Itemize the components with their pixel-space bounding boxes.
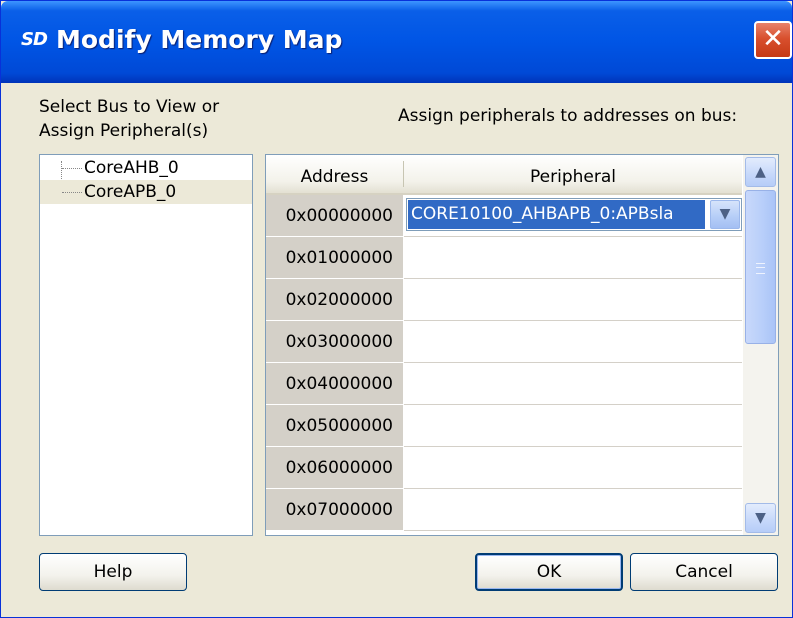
address-cell: 0x00000000 — [266, 195, 403, 237]
bus-select-label-line1: Select Bus to View or — [39, 97, 220, 117]
address-cell: 0x03000000 — [266, 321, 403, 363]
tree-item-coreapb[interactable]: CoreAPB_0 — [40, 180, 252, 204]
vertical-scrollbar[interactable]: ▲ ▼ — [743, 155, 778, 535]
table-header: Address Peripheral — [266, 155, 742, 195]
address-cell: 0x04000000 — [266, 363, 403, 405]
window-title: Modify Memory Map — [56, 25, 343, 54]
modify-memory-map-dialog: SD Modify Memory Map ✕ Select Bus to Vie… — [0, 0, 793, 618]
grip-icon — [756, 263, 765, 274]
peripheral-cell[interactable] — [404, 489, 742, 531]
tree-branch — [62, 168, 82, 169]
app-icon: SD — [21, 29, 48, 50]
tree-item-label: CoreAPB_0 — [84, 182, 177, 202]
assign-peripherals-label: Assign peripherals to addresses on bus: — [398, 106, 738, 126]
tree-item-label: CoreAHB_0 — [84, 158, 179, 178]
chevron-up-icon: ▲ — [755, 164, 766, 180]
chevron-down-icon: ▼ — [755, 510, 766, 526]
tree-item-coreahb[interactable]: CoreAHB_0 — [40, 156, 252, 180]
scroll-up-button[interactable]: ▲ — [745, 157, 776, 187]
tree-branch — [62, 192, 82, 193]
peripheral-cell[interactable] — [404, 321, 742, 363]
dropdown-toggle-button[interactable]: ▼ — [710, 200, 740, 229]
peripheral-cell[interactable] — [404, 405, 742, 447]
peripheral-cell[interactable] — [404, 279, 742, 321]
chevron-down-icon: ▼ — [719, 206, 731, 222]
close-button[interactable]: ✕ — [754, 21, 792, 59]
peripheral-cell[interactable] — [404, 237, 742, 279]
bus-tree[interactable]: CoreAHB_0 CoreAPB_0 — [39, 154, 253, 536]
scroll-down-button[interactable]: ▼ — [745, 503, 776, 533]
bus-select-label-line2: Assign Peripheral(s) — [39, 121, 209, 141]
address-cell: 0x06000000 — [266, 447, 403, 489]
address-cell: 0x07000000 — [266, 489, 403, 531]
scroll-thumb[interactable] — [745, 190, 776, 344]
peripheral-dropdown-value[interactable]: CORE10100_AHBAPB_0:APBsla — [408, 200, 705, 229]
bus-select-label: Select Bus to View or Assign Peripheral(… — [39, 95, 264, 143]
title-bar[interactable]: SD Modify Memory Map ✕ — [1, 1, 792, 83]
address-cell: 0x01000000 — [266, 237, 403, 279]
peripheral-cell[interactable] — [404, 447, 742, 489]
close-icon: ✕ — [762, 24, 784, 54]
ok-button[interactable]: OK — [475, 553, 623, 591]
peripheral-dropdown[interactable]: CORE10100_AHBAPB_0:APBsla ▼ — [406, 198, 742, 231]
address-cell: 0x05000000 — [266, 405, 403, 447]
memory-map-table: Address Peripheral 0x00000000 CORE10100_… — [265, 154, 779, 536]
column-header-address[interactable]: Address — [266, 155, 403, 193]
cancel-button[interactable]: Cancel — [630, 553, 778, 591]
peripheral-cell[interactable] — [404, 363, 742, 405]
column-header-peripheral[interactable]: Peripheral — [404, 155, 742, 193]
help-button[interactable]: Help — [39, 553, 187, 591]
address-cell: 0x02000000 — [266, 279, 403, 321]
